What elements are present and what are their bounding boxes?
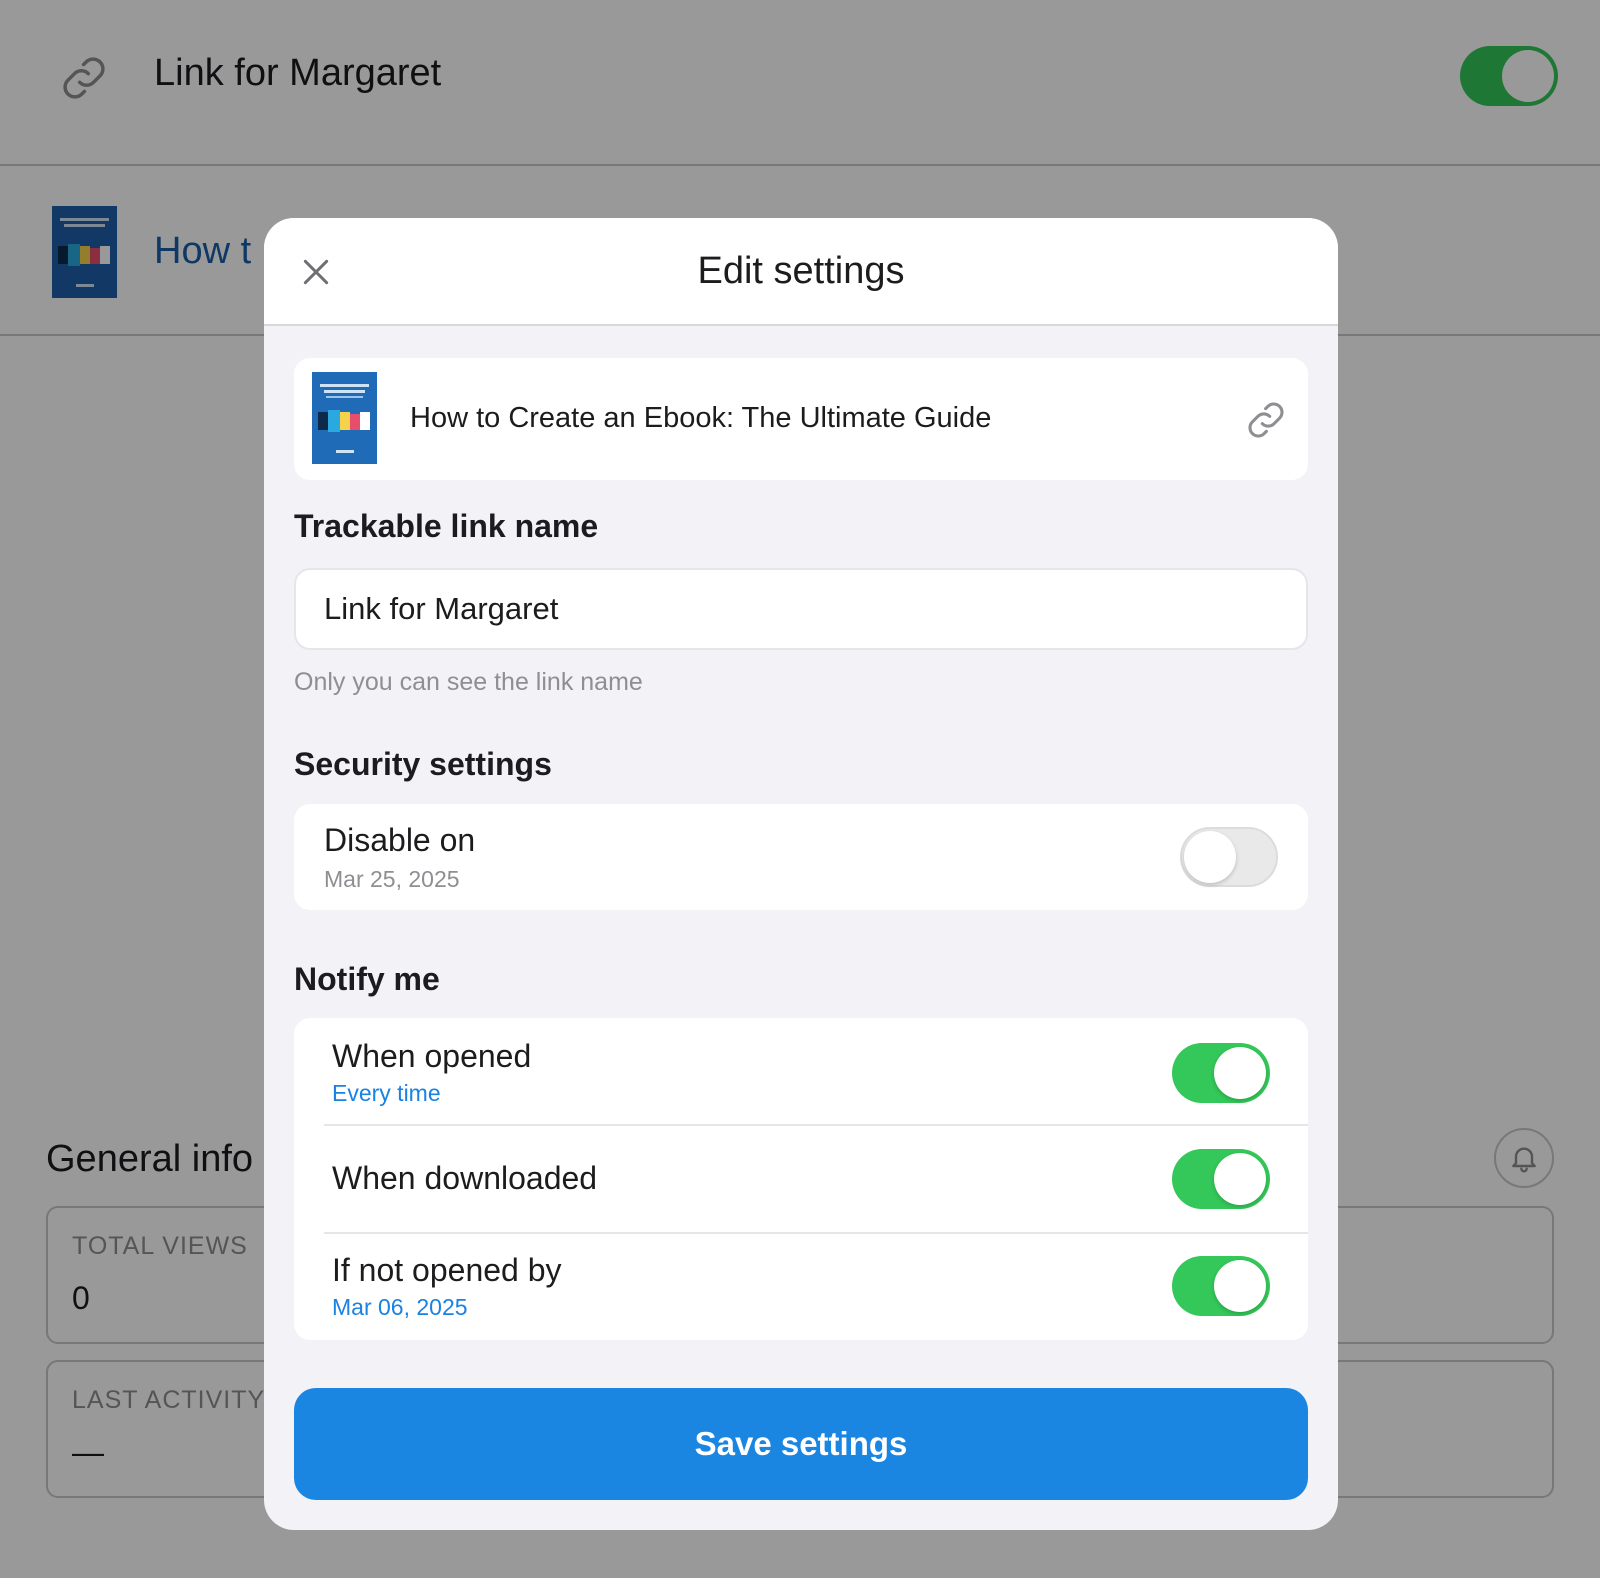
disable-on-date: Mar 25, 2025: [324, 866, 460, 892]
toggle-knob: [1214, 1260, 1266, 1312]
when-downloaded-row[interactable]: When downloaded: [294, 1126, 1308, 1232]
ebook-cover-thumbnail: [312, 372, 377, 464]
modal-header: Edit settings: [264, 218, 1338, 326]
if-not-opened-by-toggle[interactable]: [1172, 1256, 1270, 1316]
document-title: How to Create an Ebook: The Ultimate Gui…: [410, 402, 992, 434]
when-downloaded-title: When downloaded: [332, 1160, 598, 1196]
toggle-knob: [1214, 1153, 1266, 1205]
disable-on-toggle[interactable]: [1180, 827, 1278, 887]
link-name-input[interactable]: [294, 568, 1308, 650]
when-opened-row[interactable]: When opened Every time: [294, 1018, 1308, 1124]
toggle-knob: [1184, 831, 1236, 883]
save-settings-button[interactable]: Save settings: [294, 1388, 1308, 1500]
notify-me-label: Notify me: [294, 961, 440, 997]
disable-on-row[interactable]: Disable on Mar 25, 2025: [294, 804, 1308, 910]
security-settings-label: Security settings: [294, 746, 552, 782]
when-opened-toggle[interactable]: [1172, 1043, 1270, 1103]
disable-on-title: Disable on: [324, 822, 476, 858]
security-settings-group: Disable on Mar 25, 2025: [294, 804, 1308, 910]
when-opened-frequency-link[interactable]: Every time: [332, 1080, 441, 1107]
edit-settings-modal: Edit settings How to Create an Ebook: Th…: [264, 218, 1338, 1530]
if-not-opened-by-title: If not opened by: [332, 1252, 562, 1288]
when-downloaded-toggle[interactable]: [1172, 1149, 1270, 1209]
document-card: How to Create an Ebook: The Ultimate Gui…: [294, 358, 1308, 480]
if-not-opened-by-date-link[interactable]: Mar 06, 2025: [332, 1294, 468, 1321]
modal-title: Edit settings: [697, 250, 905, 292]
toggle-knob: [1214, 1047, 1266, 1099]
if-not-opened-by-row[interactable]: If not opened by Mar 06, 2025: [294, 1234, 1308, 1340]
when-opened-title: When opened: [332, 1038, 532, 1074]
link-icon[interactable]: [1244, 398, 1288, 442]
trackable-link-name-label: Trackable link name: [294, 508, 599, 544]
notify-me-group: When opened Every time When downloaded I…: [294, 1018, 1308, 1340]
link-name-hint: Only you can see the link name: [294, 668, 643, 696]
